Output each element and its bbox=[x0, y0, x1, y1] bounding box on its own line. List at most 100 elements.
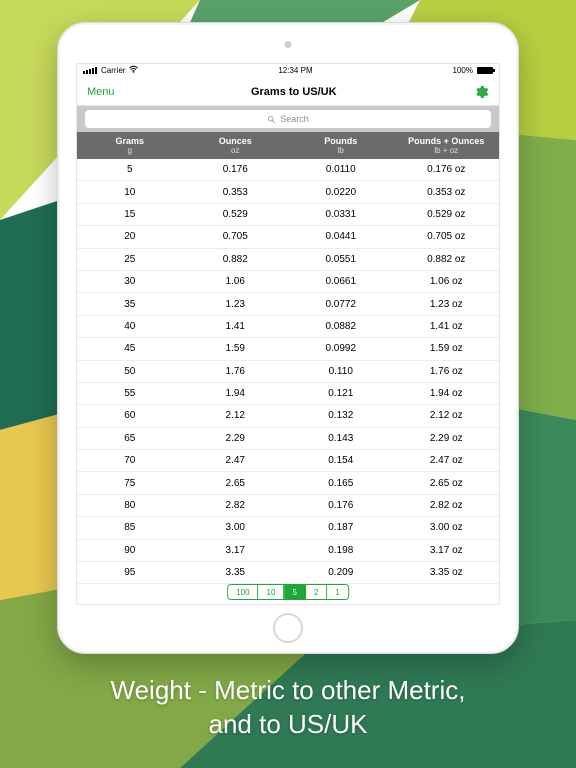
table-row[interactable]: 501.760.1101.76 oz bbox=[77, 361, 499, 383]
segment-1[interactable]: 1 bbox=[327, 585, 347, 599]
table-cell: 1.59 oz bbox=[394, 343, 500, 354]
table-row[interactable]: 853.000.1873.00 oz bbox=[77, 517, 499, 539]
table-row[interactable]: 652.290.1432.29 oz bbox=[77, 428, 499, 450]
table-row[interactable]: 250.8820.05510.882 oz bbox=[77, 249, 499, 271]
table-cell: 5 bbox=[77, 164, 183, 175]
table-cell: 1.94 oz bbox=[394, 388, 500, 399]
table-cell: 1.23 bbox=[183, 299, 289, 310]
nav-bar: Menu Grams to US/UK bbox=[77, 78, 499, 106]
table-row[interactable]: 401.410.08821.41 oz bbox=[77, 316, 499, 338]
table-cell: 10 bbox=[77, 187, 183, 198]
table-row[interactable]: 702.470.1542.47 oz bbox=[77, 450, 499, 472]
carrier-label: Carrier bbox=[101, 66, 125, 75]
table-row[interactable]: 602.120.1322.12 oz bbox=[77, 405, 499, 427]
table-cell: 50 bbox=[77, 366, 183, 377]
table-cell: 0.176 oz bbox=[394, 164, 500, 175]
table-cell: 65 bbox=[77, 433, 183, 444]
table-cell: 3.00 oz bbox=[394, 522, 500, 533]
table-cell: 1.59 bbox=[183, 343, 289, 354]
table-cell: 3.35 bbox=[183, 567, 289, 578]
table-cell: 0.705 bbox=[183, 231, 289, 242]
table-cell: 3.35 oz bbox=[394, 567, 500, 578]
table-cell: 0.0992 bbox=[288, 343, 394, 354]
table-row[interactable]: 100.3530.02200.353 oz bbox=[77, 181, 499, 203]
table-cell: 0.0772 bbox=[288, 299, 394, 310]
table-cell: 15 bbox=[77, 209, 183, 220]
segment-5[interactable]: 5 bbox=[284, 585, 305, 599]
table-cell: 0.0882 bbox=[288, 321, 394, 332]
table-row[interactable]: 752.650.1652.65 oz bbox=[77, 472, 499, 494]
table-row[interactable]: 903.170.1983.17 oz bbox=[77, 540, 499, 562]
table-row[interactable]: 802.820.1762.82 oz bbox=[77, 495, 499, 517]
search-bar: Search bbox=[77, 106, 499, 132]
table-cell: 0.882 oz bbox=[394, 254, 500, 265]
ipad-frame: Carrier 12:34 PM 100% Menu Grams to US/U… bbox=[57, 22, 519, 654]
table-cell: 2.65 oz bbox=[394, 478, 500, 489]
table-cell: 0.187 bbox=[288, 522, 394, 533]
table-cell: 0.198 bbox=[288, 545, 394, 556]
table-row[interactable]: 50.1760.01100.176 oz bbox=[77, 159, 499, 181]
table-cell: 2.82 bbox=[183, 500, 289, 511]
table-cell: 40 bbox=[77, 321, 183, 332]
col-ounces: Ounces oz bbox=[183, 132, 289, 159]
table-cell: 2.29 oz bbox=[394, 433, 500, 444]
table-cell: 1.41 bbox=[183, 321, 289, 332]
wifi-icon bbox=[129, 65, 138, 76]
segment-2[interactable]: 2 bbox=[306, 585, 327, 599]
table-cell: 2.65 bbox=[183, 478, 289, 489]
col-pounds: Pounds lb bbox=[288, 132, 394, 159]
table-row[interactable]: 301.060.06611.06 oz bbox=[77, 271, 499, 293]
home-button[interactable] bbox=[273, 613, 303, 643]
table-cell: 2.12 oz bbox=[394, 410, 500, 421]
status-time: 12:34 PM bbox=[278, 66, 312, 75]
table-cell: 80 bbox=[77, 500, 183, 511]
table-body[interactable]: 50.1760.01100.176 oz100.3530.02200.353 o… bbox=[77, 159, 499, 584]
table-cell: 0.882 bbox=[183, 254, 289, 265]
table-row[interactable]: 953.350.2093.35 oz bbox=[77, 562, 499, 584]
table-row[interactable]: 351.230.07721.23 oz bbox=[77, 293, 499, 315]
search-icon bbox=[267, 115, 276, 124]
table-cell: 55 bbox=[77, 388, 183, 399]
table-cell: 0.209 bbox=[288, 567, 394, 578]
status-bar: Carrier 12:34 PM 100% bbox=[77, 64, 499, 78]
table-cell: 0.0661 bbox=[288, 276, 394, 287]
table-cell: 0.132 bbox=[288, 410, 394, 421]
search-input[interactable]: Search bbox=[85, 110, 491, 128]
settings-button[interactable] bbox=[473, 84, 489, 100]
table-cell: 85 bbox=[77, 522, 183, 533]
page-title: Grams to US/UK bbox=[251, 86, 337, 98]
table-cell: 0.0110 bbox=[288, 164, 394, 175]
table-cell: 35 bbox=[77, 299, 183, 310]
table-cell: 0.0551 bbox=[288, 254, 394, 265]
segment-10[interactable]: 10 bbox=[259, 585, 285, 599]
table-row[interactable]: 451.590.09921.59 oz bbox=[77, 338, 499, 360]
table-cell: 3.17 bbox=[183, 545, 289, 556]
table-row[interactable]: 551.940.1211.94 oz bbox=[77, 383, 499, 405]
table-cell: 3.00 bbox=[183, 522, 289, 533]
table-cell: 60 bbox=[77, 410, 183, 421]
table-cell: 1.41 oz bbox=[394, 321, 500, 332]
table-cell: 0.176 bbox=[183, 164, 289, 175]
table-cell: 90 bbox=[77, 545, 183, 556]
table-cell: 30 bbox=[77, 276, 183, 287]
table-cell: 0.353 oz bbox=[394, 187, 500, 198]
table-cell: 0.0220 bbox=[288, 187, 394, 198]
table-header: Grams g Ounces oz Pounds lb Pounds + Oun… bbox=[77, 132, 499, 159]
step-segmented-control[interactable]: 10010521 bbox=[227, 584, 349, 600]
table-row[interactable]: 150.5290.03310.529 oz bbox=[77, 204, 499, 226]
table-cell: 20 bbox=[77, 231, 183, 242]
search-placeholder: Search bbox=[280, 114, 309, 124]
table-cell: 0.154 bbox=[288, 455, 394, 466]
app-screen: Carrier 12:34 PM 100% Menu Grams to US/U… bbox=[76, 63, 500, 605]
table-row[interactable]: 200.7050.04410.705 oz bbox=[77, 226, 499, 248]
signal-icon bbox=[83, 67, 97, 74]
table-cell: 0.110 bbox=[288, 366, 394, 377]
table-cell: 2.12 bbox=[183, 410, 289, 421]
segment-100[interactable]: 100 bbox=[228, 585, 258, 599]
table-cell: 0.353 bbox=[183, 187, 289, 198]
table-cell: 45 bbox=[77, 343, 183, 354]
gear-icon bbox=[473, 84, 489, 100]
table-cell: 1.06 oz bbox=[394, 276, 500, 287]
menu-button[interactable]: Menu bbox=[87, 86, 115, 98]
table-cell: 70 bbox=[77, 455, 183, 466]
